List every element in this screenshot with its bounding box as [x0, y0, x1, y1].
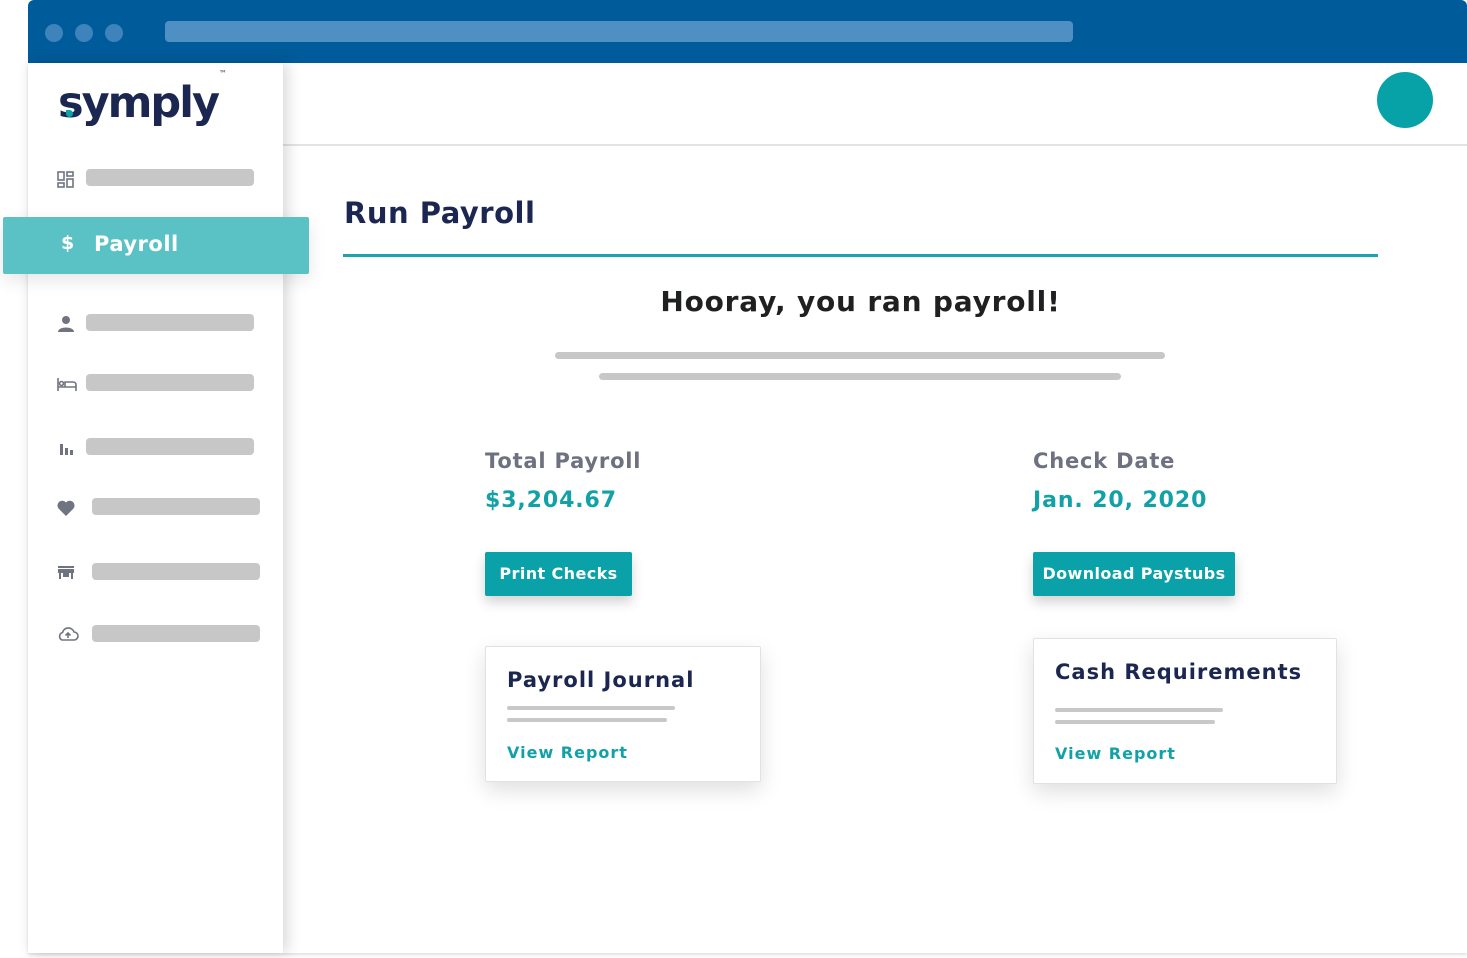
view-report-link[interactable]: View Report: [507, 743, 628, 762]
cash-requirements-card: Cash Requirements View Report: [1033, 638, 1337, 784]
sidebar-item-label-placeholder: [92, 498, 260, 515]
view-report-link[interactable]: View Report: [1055, 744, 1176, 763]
cloud-upload-icon: [56, 624, 79, 644]
address-bar[interactable]: [165, 21, 1073, 42]
sidebar-item-time-off[interactable]: [28, 364, 283, 404]
app-logo[interactable]: symply™: [58, 69, 227, 128]
sidebar-item-payroll[interactable]: $ Payroll: [3, 217, 309, 274]
payroll-journal-card: Payroll Journal View Report: [485, 646, 761, 782]
success-headline: Hooray, you ran payroll!: [660, 285, 1061, 318]
text-placeholder-line: [507, 718, 667, 722]
sidebar-item-benefits[interactable]: [28, 488, 283, 528]
bar-chart-icon: [56, 438, 76, 458]
title-divider: [343, 254, 1378, 257]
sidebar-item-dashboard[interactable]: [28, 160, 283, 200]
store-icon: [56, 563, 76, 583]
dollar-icon: $: [61, 232, 75, 254]
header-divider: [283, 144, 1467, 146]
check-date-value: Jan. 20, 2020: [1033, 488, 1208, 513]
sidebar-item-reports[interactable]: [28, 428, 283, 468]
text-placeholder-line: [507, 706, 675, 710]
text-placeholder-line: [599, 373, 1121, 380]
trademark-mark: ™: [218, 68, 227, 78]
text-placeholder-line: [1055, 720, 1215, 724]
print-checks-button[interactable]: Print Checks: [485, 552, 632, 596]
card-title: Cash Requirements: [1055, 660, 1303, 684]
sidebar-item-label-placeholder: [86, 169, 254, 186]
browser-titlebar: [28, 0, 1467, 63]
sidebar-item-label-placeholder: [86, 374, 254, 391]
sidebar-item-label-placeholder: [92, 625, 260, 642]
logo-accent: [66, 110, 73, 117]
heart-icon: [56, 498, 76, 518]
person-icon: [56, 314, 76, 334]
user-avatar[interactable]: [1377, 72, 1433, 128]
sidebar-item-people[interactable]: [28, 304, 283, 344]
window-dot[interactable]: [45, 24, 63, 42]
total-payroll-value: $3,204.67: [485, 488, 617, 513]
sidebar-item-label-placeholder: [86, 314, 254, 331]
page-title: Run Payroll: [344, 196, 536, 230]
check-date-label: Check Date: [1033, 449, 1176, 473]
sidebar-item-company[interactable]: [28, 553, 283, 593]
sidebar: symply™: [28, 63, 283, 953]
total-payroll-label: Total Payroll: [485, 449, 642, 473]
window-dot[interactable]: [105, 24, 123, 42]
download-paystubs-button[interactable]: Download Paystubs: [1033, 552, 1235, 596]
window-dot[interactable]: [75, 24, 93, 42]
sidebar-item-label: Payroll: [94, 232, 179, 256]
text-placeholder-line: [555, 352, 1165, 359]
logo-text: symply: [58, 78, 220, 128]
sidebar-item-documents[interactable]: [28, 614, 283, 654]
text-placeholder-line: [1055, 708, 1223, 712]
dashboard-icon: [56, 170, 76, 190]
bed-icon: [56, 374, 77, 394]
sidebar-item-label-placeholder: [86, 438, 254, 455]
sidebar-item-label-placeholder: [92, 563, 260, 580]
card-title: Payroll Journal: [507, 668, 695, 692]
